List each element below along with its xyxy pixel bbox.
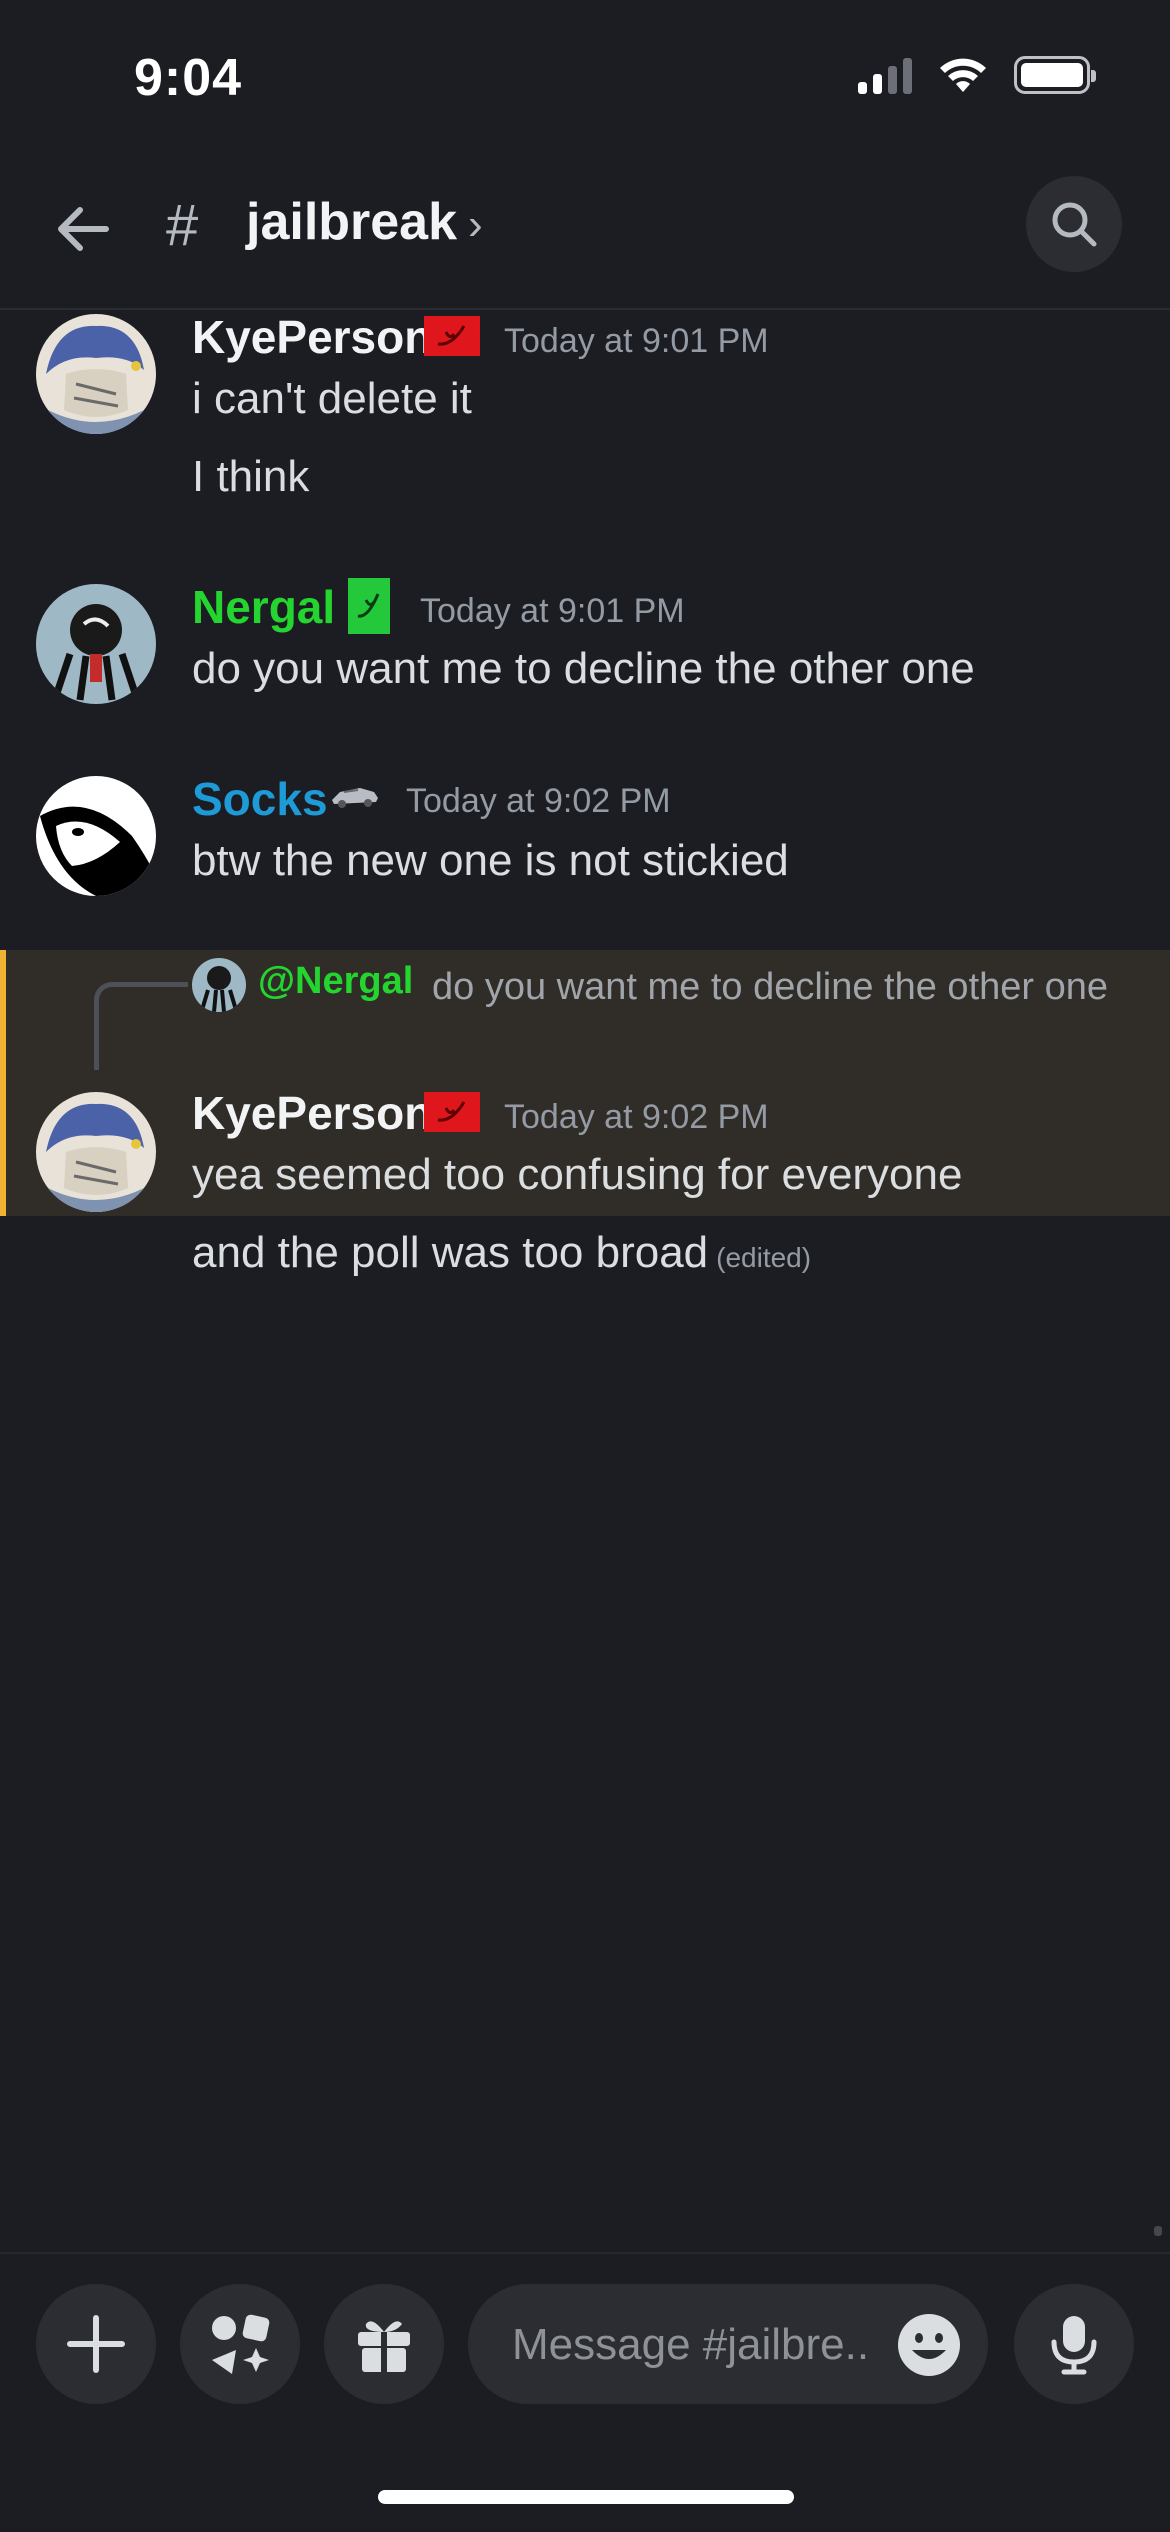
- wifi-icon: [940, 58, 986, 92]
- reply-mention[interactable]: @Nergal: [258, 960, 413, 1003]
- emoji-icon[interactable]: [896, 2312, 962, 2378]
- edited-label: (edited): [716, 1242, 812, 1273]
- battery-icon: [1014, 56, 1096, 94]
- channel-hash-icon: #: [166, 193, 199, 258]
- message-timestamp: Today at 9:02 PM: [406, 782, 671, 820]
- username[interactable]: Nergal: [192, 580, 335, 634]
- message-input[interactable]: Message #jailbre..: [468, 2284, 988, 2404]
- plus-icon: [67, 2315, 125, 2373]
- add-attachment-button[interactable]: [36, 2284, 156, 2404]
- reply-connector: [94, 982, 188, 1070]
- message-text[interactable]: btw the new one is not stickied: [192, 836, 789, 886]
- voice-message-button[interactable]: [1014, 2284, 1134, 2404]
- search-button[interactable]: [1026, 176, 1122, 272]
- message-timestamp: Today at 9:02 PM: [504, 1098, 769, 1136]
- message-text[interactable]: yea seemed too confusing for everyone: [192, 1150, 962, 1200]
- search-icon: [1052, 202, 1097, 247]
- message-timestamp: Today at 9:01 PM: [420, 592, 685, 630]
- arrow-left-icon[interactable]: [50, 194, 120, 264]
- role-badge-icon: [424, 1092, 480, 1132]
- message-text-edited[interactable]: and the poll was too broad (edited): [192, 1228, 811, 1278]
- avatar[interactable]: [36, 314, 156, 434]
- role-badge-icon: [348, 578, 390, 634]
- header-divider: [0, 308, 1170, 310]
- channel-name[interactable]: jailbreak: [246, 192, 457, 252]
- username[interactable]: KyePerson: [192, 1086, 432, 1140]
- gift-icon: [358, 2321, 410, 2372]
- chevron-right-icon[interactable]: ›: [468, 200, 483, 250]
- composer-divider: [0, 2252, 1170, 2254]
- gift-button[interactable]: [324, 2284, 444, 2404]
- avatar[interactable]: [36, 776, 156, 896]
- message-text[interactable]: do you want me to decline the other one: [192, 644, 975, 694]
- status-icons: [858, 56, 1096, 94]
- home-indicator[interactable]: [378, 2490, 794, 2504]
- apps-icon: [212, 2314, 270, 2374]
- message-text[interactable]: i can't delete it: [192, 374, 472, 424]
- username[interactable]: KyePerson: [192, 310, 432, 364]
- apps-button[interactable]: [180, 2284, 300, 2404]
- chat-screen: 9:04 # jailbreak › KyePerson Today at 9:…: [0, 0, 1170, 2532]
- message-timestamp: Today at 9:01 PM: [504, 322, 769, 360]
- scroll-indicator: [1154, 2226, 1162, 2236]
- mention-highlight-bar: [0, 950, 6, 1216]
- avatar[interactable]: [36, 1092, 156, 1212]
- message-placeholder: Message #jailbre..: [512, 2320, 870, 2369]
- message-text[interactable]: I think: [192, 452, 309, 502]
- car-icon: [332, 788, 378, 808]
- reply-avatar: [192, 958, 246, 1012]
- status-time: 9:04: [134, 49, 243, 107]
- message-text: and the poll was too broad: [192, 1228, 709, 1277]
- channel-header: # jailbreak ›: [0, 170, 1170, 310]
- microphone-icon: [1051, 2316, 1097, 2375]
- avatar[interactable]: [36, 584, 156, 704]
- role-badge-icon: [424, 316, 480, 356]
- signal-icon: [858, 56, 912, 94]
- username[interactable]: Socks: [192, 772, 328, 826]
